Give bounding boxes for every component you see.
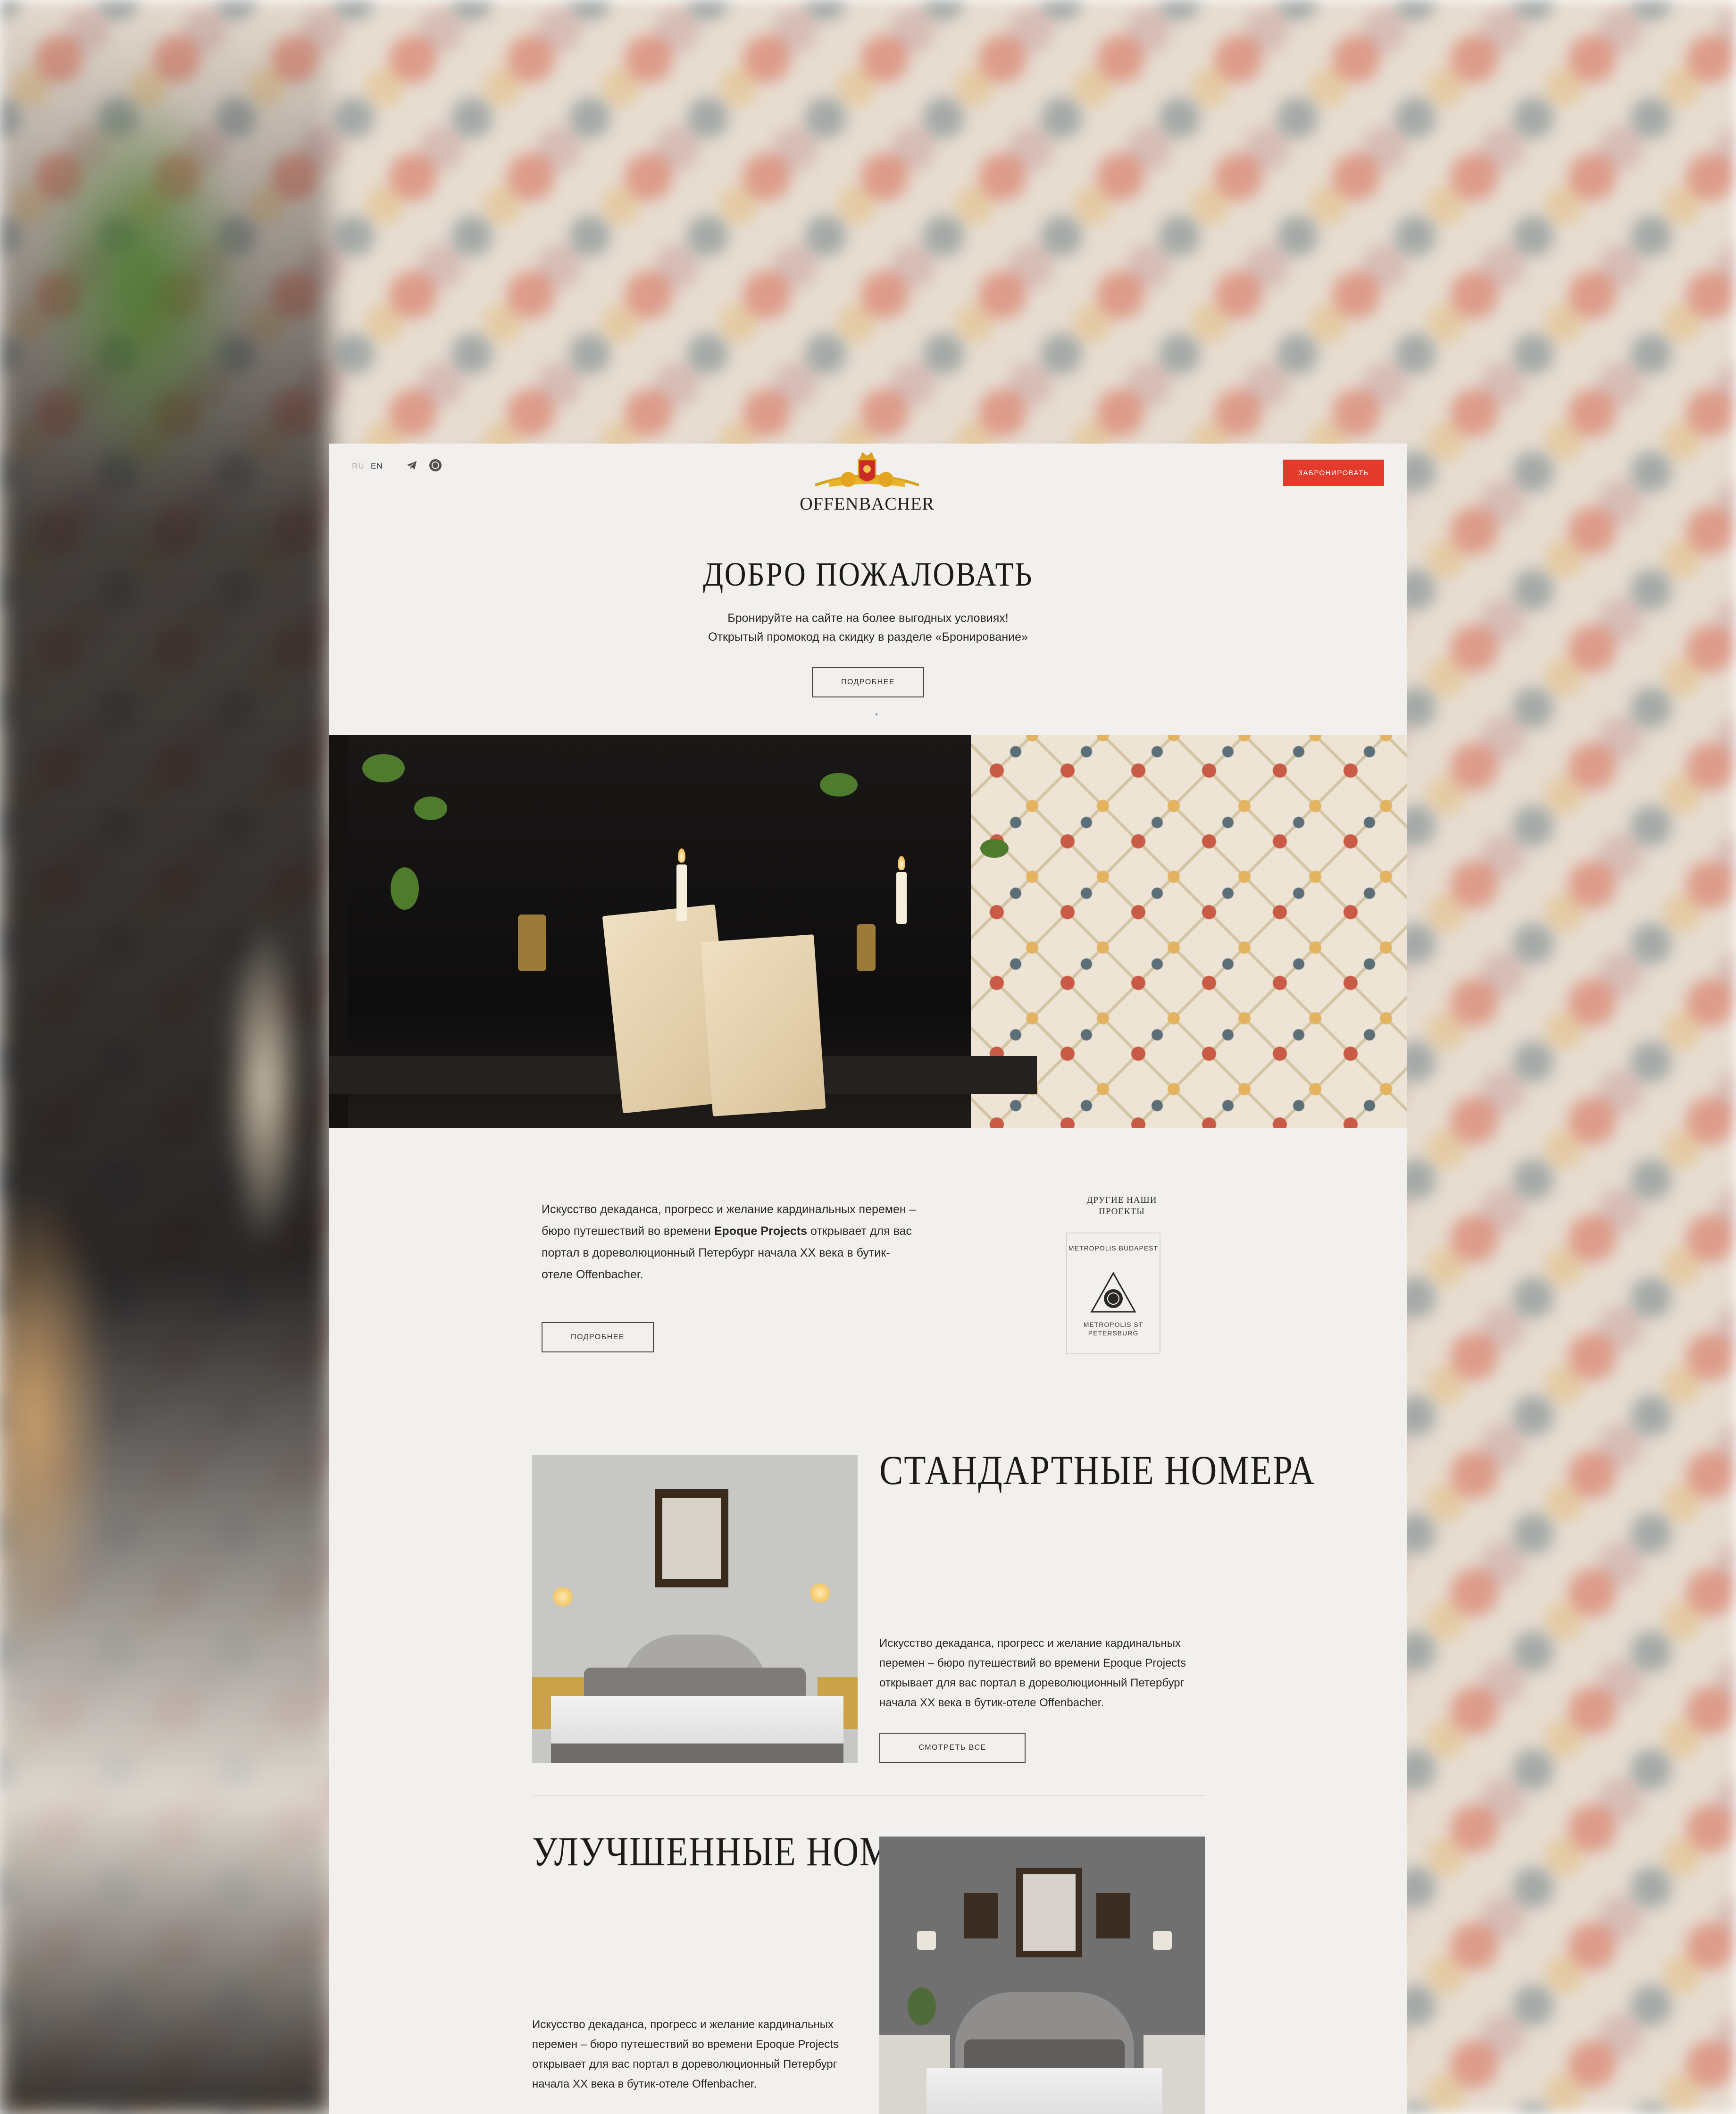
- about-more-button[interactable]: ПОДРОБНЕЕ: [542, 1322, 654, 1352]
- ballerina-picture: [1023, 1874, 1076, 1951]
- bed: [926, 2068, 1162, 2114]
- hero-line-2: Открытый промокод на скидку в разделе «Б…: [708, 630, 1028, 644]
- hero-title: ДОБРО ПОЖАЛОВАТЬ: [703, 555, 1033, 593]
- projects-title: ДРУГИЕ НАШИ ПРОЕКТЫ: [1086, 1195, 1157, 1216]
- bed: [551, 1696, 843, 1763]
- wall-lamp: [1153, 1931, 1172, 1950]
- website-panel: RU EN OFFENBACHER ЗАБРОНИРОВАТЬ ДОБРО ПО…: [329, 444, 1407, 2114]
- metropolis-logo-icon: [1090, 1271, 1136, 1313]
- standard-rooms-desc: Искусство декаданса, прогресс и желание …: [879, 1637, 1186, 1709]
- candle-sconce-left: [518, 914, 546, 971]
- candle: [676, 864, 687, 921]
- about-text: Искусство декаданса, прогресс и желание …: [542, 1203, 916, 1281]
- picture-frame: [1096, 1893, 1130, 1938]
- wall-lamp: [917, 1931, 936, 1950]
- sheet-music: [701, 934, 826, 1116]
- rooms-divider: [532, 1795, 1205, 1796]
- plant-leaf: [391, 867, 419, 910]
- picture-frame: [964, 1893, 998, 1938]
- slider-dot[interactable]: [876, 713, 877, 715]
- wall-lamp: [551, 1587, 575, 1606]
- candle: [896, 872, 907, 924]
- candle-sconce-right: [857, 924, 876, 971]
- project-budapest-label: METROPOLIS BUDAPEST: [1068, 1244, 1159, 1252]
- whatsapp-icon[interactable]: [429, 459, 442, 471]
- hero-photo: [329, 735, 1407, 1128]
- standard-rooms-title: СТАНДАРТНЫЕ НОМЕРА: [879, 1448, 1316, 1493]
- hero-line-1: Бронируйте на сайте на более выгодных ус…: [727, 612, 1009, 625]
- header: RU EN OFFENBACHER ЗАБРОНИРОВАТЬ: [329, 444, 1407, 514]
- hero-more-button[interactable]: ПОДРОБНЕЕ: [812, 667, 924, 697]
- superior-room-photo[interactable]: [879, 1837, 1205, 2114]
- metropolis-project-card[interactable]: METROPOLIS BUDAPEST METROPOLIS ST PETERS…: [1066, 1233, 1160, 1354]
- plant-leaf: [980, 839, 1009, 858]
- wall-lamp: [808, 1584, 832, 1602]
- logo-text: OFFENBACHER: [800, 494, 935, 514]
- background-piano-blur: [0, 0, 330, 2114]
- standard-rooms-view-all-button[interactable]: СМОТРЕТЬ ВСЕ: [879, 1733, 1026, 1763]
- plant-leaf: [362, 754, 405, 782]
- telegram-icon[interactable]: [406, 459, 418, 471]
- epoque-projects-link[interactable]: Epoque Projects: [714, 1225, 807, 1238]
- candle-flame: [898, 856, 905, 870]
- book-button[interactable]: ЗАБРОНИРОВАТЬ: [1283, 460, 1384, 486]
- lang-en[interactable]: EN: [371, 461, 383, 471]
- plant-leaf: [820, 773, 858, 797]
- plant: [908, 1988, 936, 2025]
- standard-room-photo[interactable]: [532, 1455, 858, 1763]
- superior-rooms-desc: Искусство декаданса, прогресс и желание …: [532, 2018, 839, 2090]
- project-stpetersburg-label: METROPOLIS ST PETERSBURG: [1083, 1321, 1143, 1337]
- candle-flame: [678, 848, 685, 863]
- hotel-logo[interactable]: OFFENBACHER: [796, 448, 938, 514]
- plant-leaf: [414, 797, 447, 820]
- portrait-picture: [662, 1498, 721, 1579]
- lang-ru[interactable]: RU: [352, 461, 365, 471]
